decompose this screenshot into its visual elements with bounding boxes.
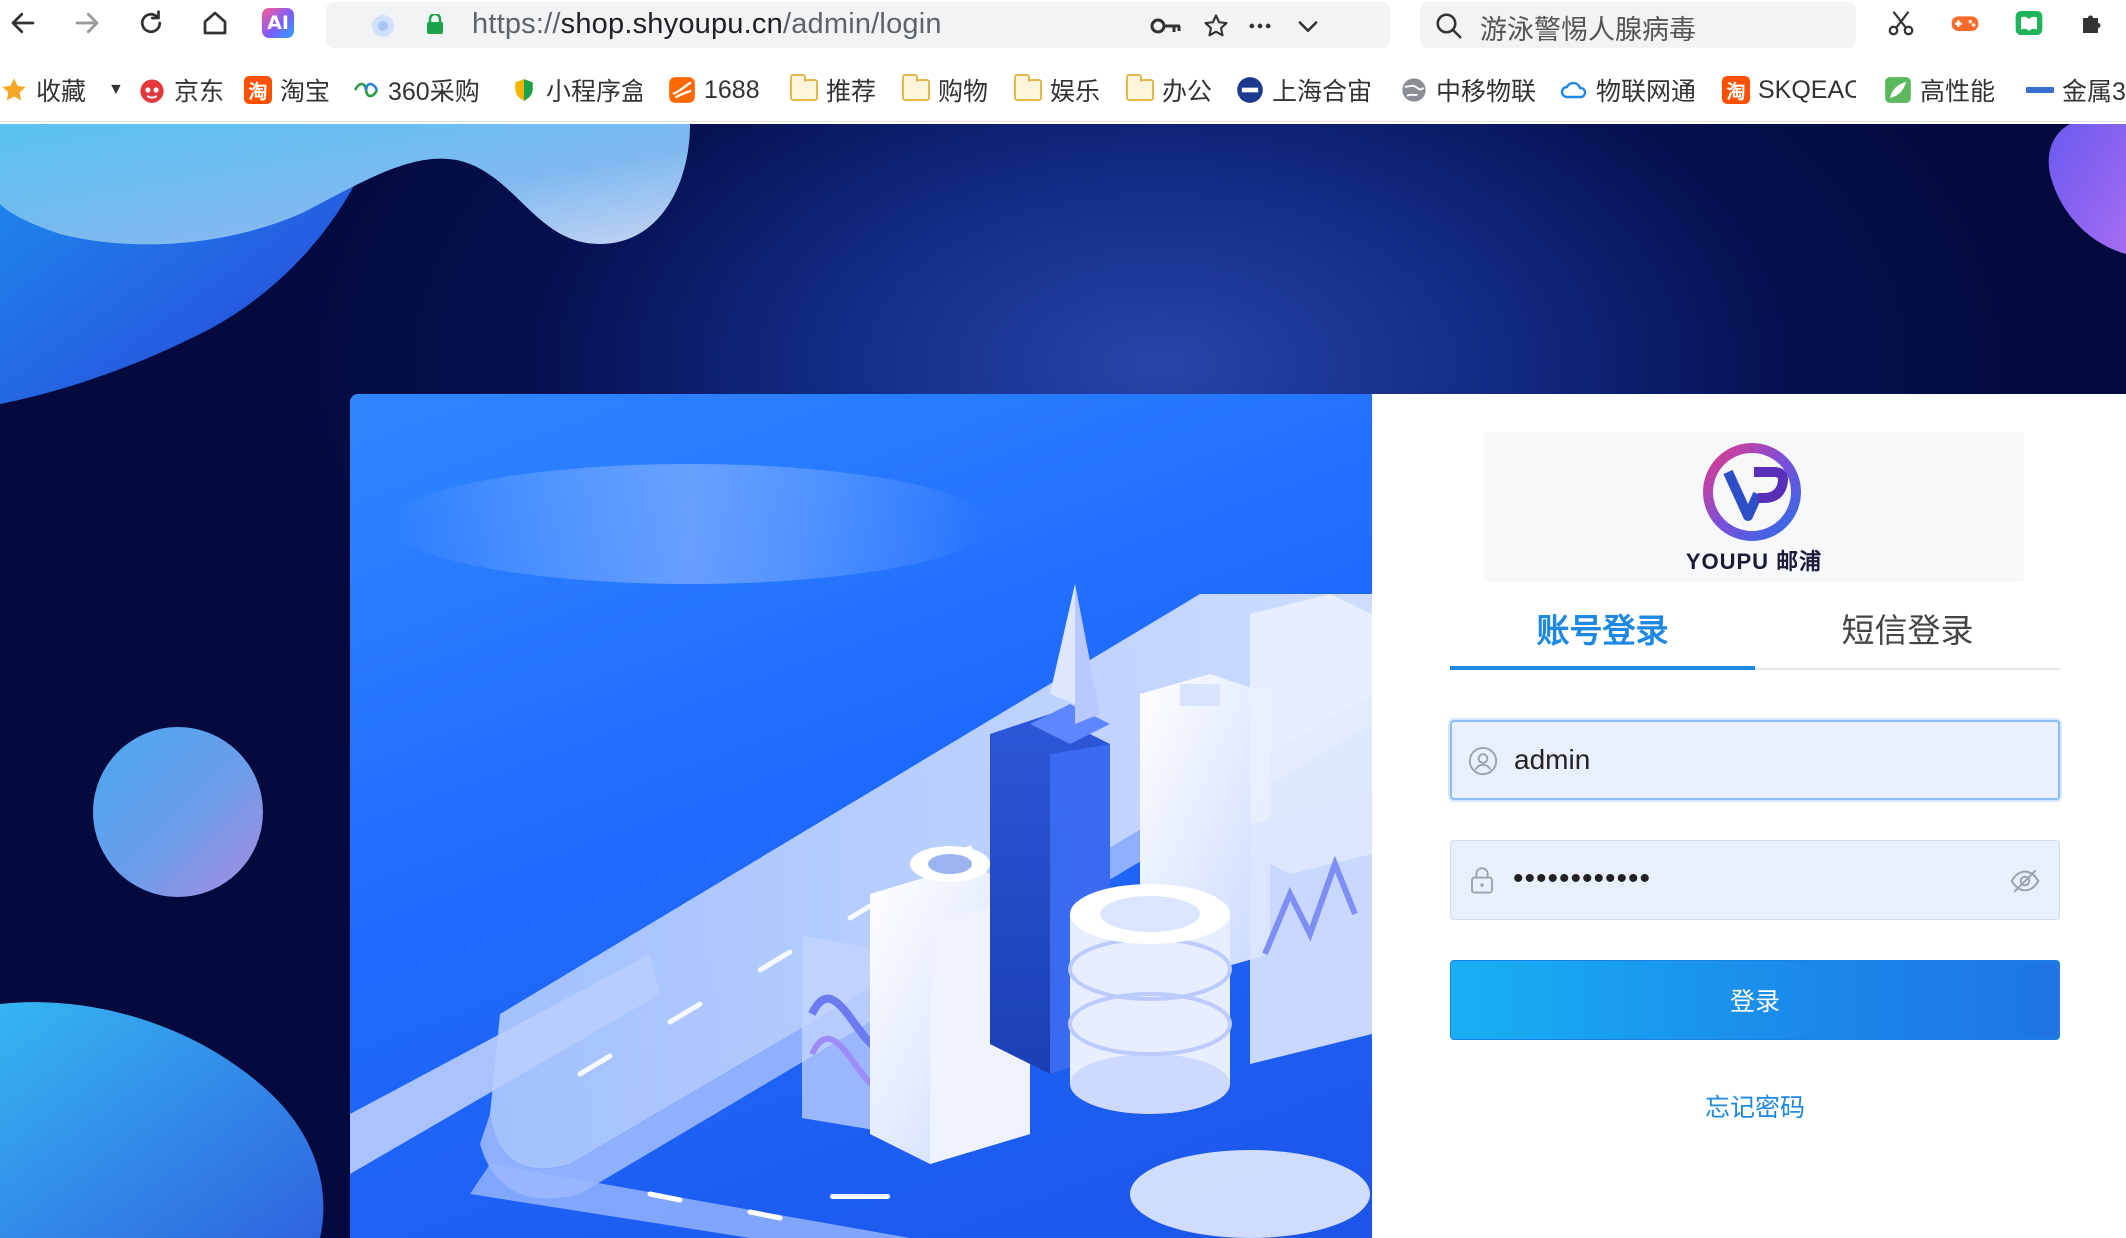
star-icon — [0, 76, 28, 104]
bookmark-360[interactable]: 360采购 — [352, 72, 480, 108]
bookmarks-bar: 收藏 ▼ 京东 淘 淘宝 360采购 小程序盒 1688 推荐 购物 娱乐 办公… — [0, 62, 2126, 122]
globe-gray-icon — [1400, 76, 1428, 104]
login-panel: YOUPU 邮浦 账号登录 短信登录 admin •••••••••••• 登录… — [1372, 394, 2126, 1238]
back-icon[interactable] — [6, 6, 40, 40]
isometric-city-illustration — [350, 464, 1372, 1238]
login-button[interactable]: 登录 — [1450, 960, 2060, 1040]
chevron-down-icon[interactable] — [1292, 10, 1324, 42]
folder-icon — [790, 74, 818, 101]
book-icon[interactable] — [2012, 6, 2046, 40]
bookmark-iot-network[interactable]: 物联网通 — [1560, 72, 1694, 108]
browser-toolbar: AI https://shop.shyoupu.cn/admin/login 游… — [0, 0, 2126, 56]
forgot-password-link[interactable]: 忘记密码 — [1450, 1088, 2060, 1124]
bookmark-taobao[interactable]: 淘 淘宝 — [244, 72, 330, 108]
more-icon[interactable] — [1244, 10, 1276, 42]
bookmark-folder-entertainment[interactable]: 娱乐 — [1014, 72, 1100, 108]
scissors-icon[interactable] — [1884, 6, 1918, 40]
username-field[interactable] — [1450, 720, 2060, 800]
hero-illustration — [350, 394, 1372, 1238]
globe-blue-icon — [1236, 76, 1264, 104]
leaf-icon — [1884, 76, 1912, 104]
folder-icon — [1126, 74, 1154, 101]
1688-icon — [668, 76, 696, 104]
forward-icon[interactable] — [70, 6, 104, 40]
brand-logo: YOUPU 邮浦 — [1484, 432, 2024, 582]
eye-off-icon[interactable] — [2009, 865, 2041, 897]
bookmark-folder-recommend[interactable]: 推荐 — [790, 72, 876, 108]
user-icon — [1468, 746, 1498, 776]
address-bar[interactable]: https://shop.shyoupu.cn/admin/login — [326, 2, 1390, 48]
bookmark-high-performance[interactable]: 高性能 — [1884, 72, 1996, 108]
taobao-icon: 淘 — [244, 76, 272, 104]
bookmark-folder-office[interactable]: 办公 — [1126, 72, 1212, 108]
reload-icon[interactable] — [134, 6, 168, 40]
360-icon — [352, 76, 380, 104]
taobao-icon: 淘 — [1722, 76, 1750, 104]
star-icon[interactable] — [1200, 10, 1232, 42]
bookmark-metal-3d[interactable]: 金属3 — [2026, 72, 2126, 108]
bookmark-shanghai-hezhou[interactable]: 上海合宙 — [1236, 72, 1372, 108]
password-field[interactable] — [1450, 840, 2060, 920]
caret-down-icon[interactable]: ▼ — [108, 81, 124, 99]
bookmark-miniapp[interactable]: 小程序盒 — [510, 72, 642, 108]
lock-icon — [1471, 867, 1493, 894]
password-input[interactable] — [1513, 851, 1983, 907]
address-actions — [326, 2, 1390, 48]
folder-icon — [902, 74, 930, 101]
small-logo-icon — [2026, 76, 2054, 104]
puzzle-icon[interactable] — [2076, 6, 2110, 40]
login-page: YOUPU 邮浦 账号登录 短信登录 admin •••••••••••• 登录… — [0, 124, 2126, 1238]
login-card: YOUPU 邮浦 账号登录 短信登录 admin •••••••••••• 登录… — [350, 394, 2126, 1238]
bookmark-1688[interactable]: 1688 — [668, 72, 760, 108]
bookmark-favorites[interactable]: 收藏 ▼ — [0, 72, 124, 108]
carousel-indicator[interactable] — [830, 1194, 890, 1199]
game-icon[interactable] — [1948, 6, 1982, 40]
tab-account-login[interactable]: 账号登录 — [1450, 606, 1755, 670]
bookmark-skqeac[interactable]: 淘 SKQEAC — [1722, 72, 1856, 108]
youpu-logo-icon — [1703, 443, 1801, 541]
tab-sms-login[interactable]: 短信登录 — [1755, 606, 2060, 670]
bookmark-folder-shopping[interactable]: 购物 — [902, 72, 988, 108]
search-icon — [1436, 13, 1462, 39]
ai-assistant-icon[interactable]: AI — [262, 8, 294, 38]
key-icon[interactable] — [1150, 10, 1182, 42]
active-tab-indicator — [1450, 666, 1755, 670]
search-text: 游泳警惕人腺病毒 — [1480, 15, 1696, 45]
logo-text: YOUPU 邮浦 — [1685, 549, 1823, 574]
shield-icon — [510, 76, 538, 104]
home-icon[interactable] — [198, 6, 232, 40]
login-tabs: 账号登录 短信登录 — [1450, 606, 2060, 670]
cloud-icon — [1560, 76, 1588, 104]
jd-icon — [138, 76, 166, 104]
search-box[interactable]: 游泳警惕人腺病毒 — [1420, 2, 1856, 48]
folder-icon — [1014, 74, 1042, 101]
bookmark-jd[interactable]: 京东 — [138, 72, 224, 108]
bookmark-china-mobile-iot[interactable]: 中移物联 — [1400, 72, 1536, 108]
username-input[interactable] — [1514, 732, 1984, 788]
